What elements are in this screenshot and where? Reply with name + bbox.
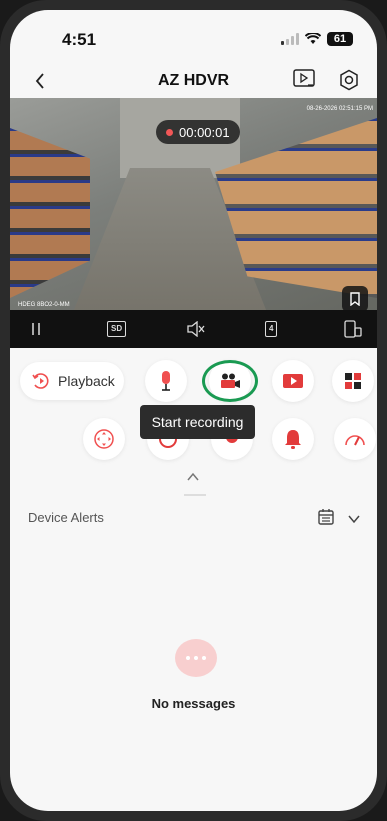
bell-icon: [285, 430, 301, 449]
empty-state-text: No messages: [151, 696, 236, 711]
camera-channel-label: HDEG 8BO2-0-MM: [18, 302, 70, 308]
video-list-icon: [293, 69, 315, 87]
no-messages-icon: [175, 639, 217, 677]
alarm-button[interactable]: [272, 418, 314, 460]
pause-button[interactable]: [30, 319, 42, 339]
gauge-button[interactable]: [334, 418, 376, 460]
recording-dot-icon: [166, 128, 173, 136]
split-screen-button[interactable]: 4: [265, 319, 278, 339]
gear-icon: [340, 69, 358, 91]
calendar-icon: [318, 509, 334, 525]
quality-button[interactable]: SD: [107, 319, 127, 339]
status-time: 4:51: [62, 30, 97, 49]
playback-label: Playback: [58, 373, 115, 389]
app-screen: 4:51 61 AZ HDVR 08-26-2026 02:51:15 PM H…: [10, 10, 377, 811]
page-title: AZ HDVR: [157, 72, 230, 89]
fullscreen-button[interactable]: [343, 319, 363, 339]
grid-icon: [345, 373, 361, 389]
pause-icon: [32, 323, 40, 335]
start-recording-tooltip: Start recording: [140, 405, 255, 439]
alerts-header: Device Alerts: [10, 505, 377, 535]
ptz-control-icon: [94, 429, 114, 449]
highlight-ring: [202, 360, 258, 402]
quality-label: SD: [107, 321, 127, 337]
split-count-label: 4: [265, 321, 278, 337]
microphone-icon: [162, 371, 170, 391]
video-button[interactable]: [272, 360, 314, 402]
speaker-muted-icon: [187, 321, 205, 337]
control-bar: SD 4: [10, 310, 377, 348]
intercom-button[interactable]: [145, 360, 187, 402]
settings-button[interactable]: [338, 69, 360, 96]
video-play-icon: [283, 374, 303, 388]
video-list-button[interactable]: [293, 69, 315, 94]
alerts-dropdown-button[interactable]: [347, 511, 361, 529]
camera-timestamp: 08-26-2026 02:51:15 PM: [306, 106, 373, 112]
divider: [184, 494, 206, 496]
alerts-title: Device Alerts: [28, 510, 104, 525]
ptz-button[interactable]: [83, 418, 125, 460]
camera-scene-shelf-left: [10, 128, 90, 298]
camera-feed[interactable]: 08-26-2026 02:51:15 PM HDEG 8BO2-0-MM 00…: [10, 98, 377, 320]
recording-timer-text: 00:00:01: [179, 124, 230, 140]
playback-icon: [32, 373, 49, 389]
rotate-screen-icon: [344, 320, 362, 338]
chevron-down-icon: [348, 515, 360, 524]
grid-layout-button[interactable]: [332, 360, 374, 402]
features-panel: Playback Start recording: [10, 348, 377, 528]
phone-frame: 4:51 61 AZ HDVR 08-26-2026 02:51:15 PM H…: [0, 0, 387, 821]
collapse-button[interactable]: [186, 469, 200, 487]
battery-indicator: 61: [327, 32, 353, 46]
status-bar: 4:51 61: [10, 10, 377, 62]
bookmark-button[interactable]: [342, 286, 368, 312]
gauge-icon: [345, 435, 365, 446]
bookmark-icon: [350, 292, 360, 306]
chevron-up-icon: [187, 472, 199, 481]
recording-timer: 00:00:01: [156, 120, 240, 144]
nav-bar: AZ HDVR: [10, 62, 377, 100]
status-icons: 61: [281, 32, 353, 46]
playback-button[interactable]: Playback: [20, 362, 124, 400]
mute-button[interactable]: [186, 319, 206, 339]
calendar-button[interactable]: [317, 508, 335, 531]
signal-icon: [281, 33, 299, 45]
wifi-icon: [305, 33, 321, 44]
